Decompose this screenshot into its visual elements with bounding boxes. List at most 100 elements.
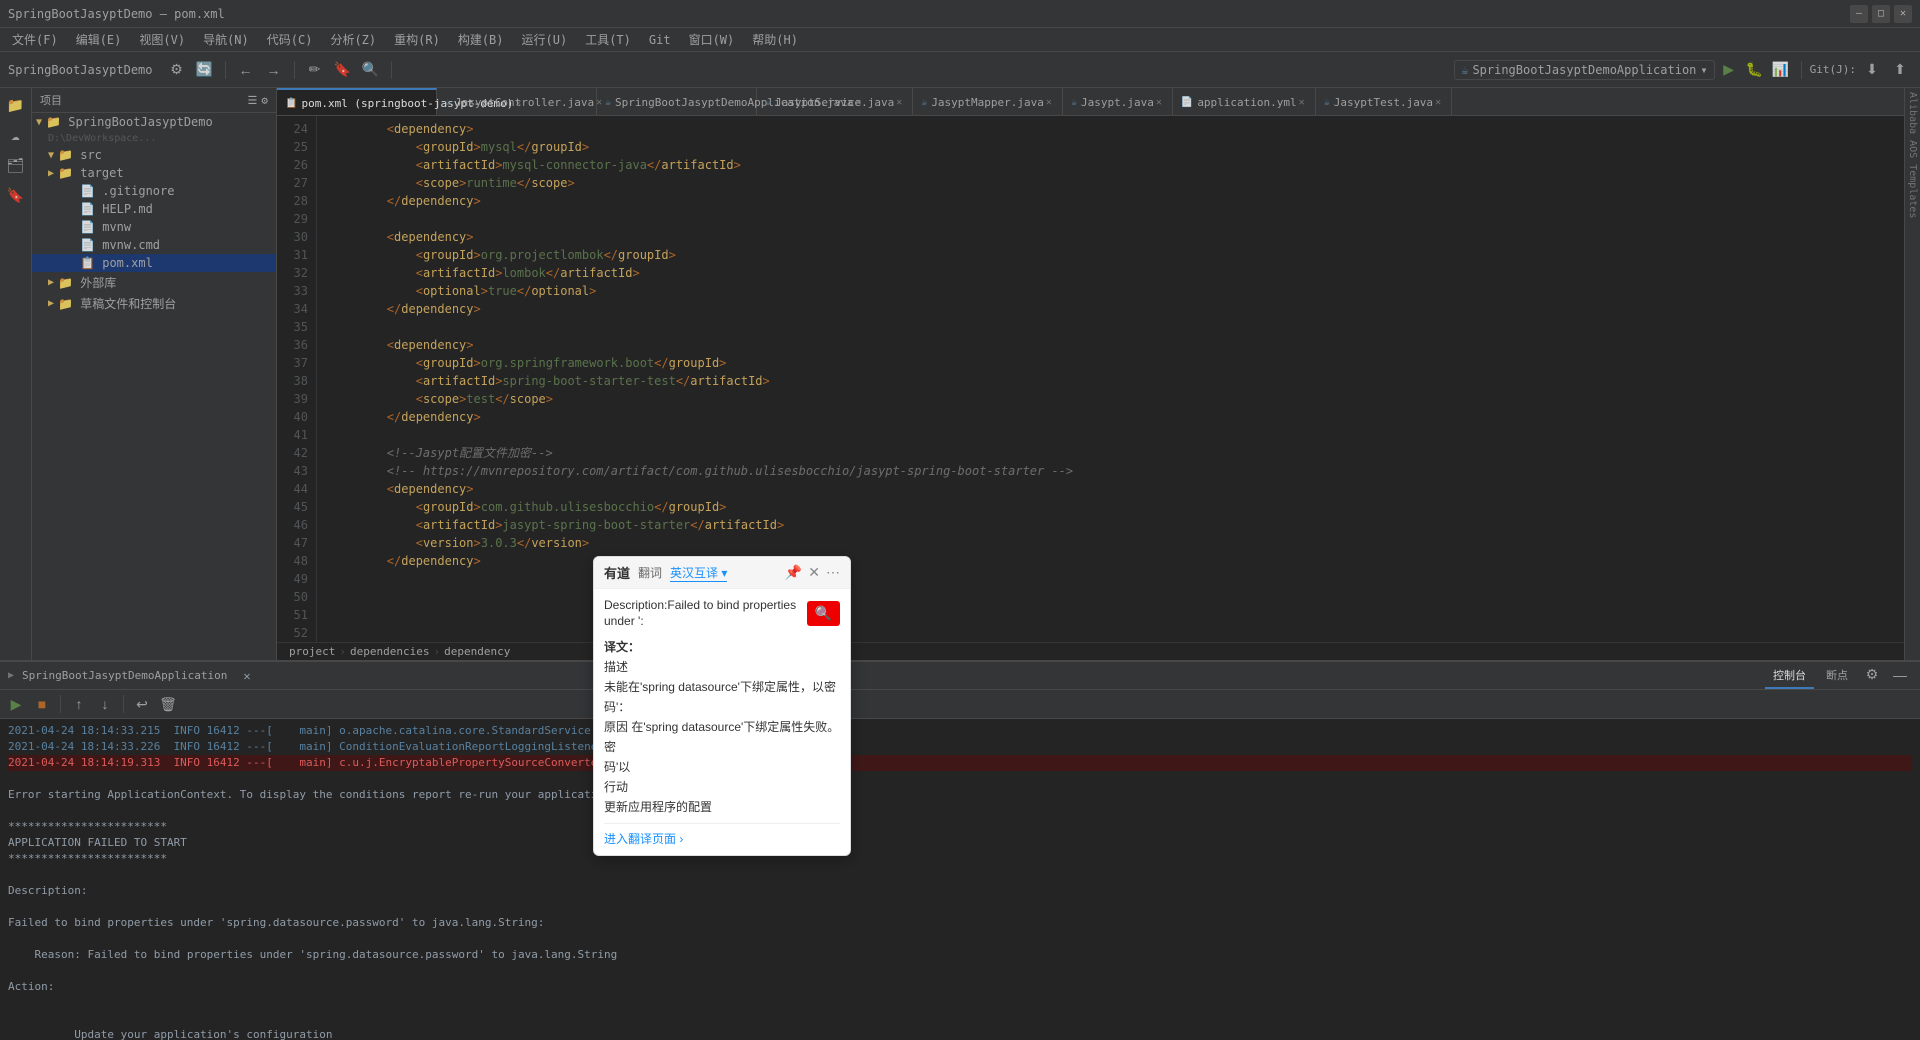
run-scroll-down[interactable]: ↓ (93, 692, 117, 716)
sidebar-icon-structure[interactable]: 🗂 (2, 152, 30, 180)
toolbar-sync-btn[interactable]: 🔄 (193, 58, 217, 82)
translation-header: 有道 翻词 英汉互译 ▾ 📌 ✕ ⋯ (594, 557, 850, 589)
sidebar-icon-bookmark[interactable]: 🔖 (2, 182, 30, 210)
tab-application-yml[interactable]: 📄 application.yml ✕ (1173, 88, 1316, 116)
menu-build[interactable]: 构建(B) (450, 29, 512, 50)
tab-springboot-app[interactable]: ☕ SpringBootJasyptDemoApplication.java ✕ (597, 88, 757, 116)
coverage-button[interactable]: 📊 (1769, 58, 1793, 82)
tree-item-project[interactable]: ▼ 📁 SpringBootJasyptDemo (32, 113, 276, 131)
trans-controls: 📌 ✕ ⋯ (785, 564, 840, 581)
menu-tools[interactable]: 工具(T) (577, 29, 639, 50)
run-tab-console[interactable]: 控制台 (1765, 663, 1814, 689)
tree-item-external-libs[interactable]: ▶ 📁 外部库 (32, 272, 276, 293)
run-tab-breakpoints[interactable]: 断点 (1818, 663, 1856, 689)
maximize-button[interactable]: □ (1872, 5, 1890, 23)
tree-item-helpmd[interactable]: 📄 HELP.md (32, 200, 276, 218)
tab-bar: 📋 pom.xml (springboot-jasypt-demo) ✕ ☕ J… (277, 88, 1904, 116)
run-config-dropdown[interactable]: ☕ SpringBootJasyptDemoApplication ▾ (1454, 60, 1714, 80)
run-scroll-up[interactable]: ↑ (67, 692, 91, 716)
git-branch-label: Git(J): (1810, 63, 1856, 76)
toolbar-settings-btn[interactable]: ⚙ (165, 58, 189, 82)
menu-view[interactable]: 视图(V) (131, 29, 193, 50)
run-button[interactable]: ▶ (1717, 58, 1741, 82)
tab-close-service[interactable]: ✕ (894, 96, 904, 109)
run-line-8: ************************ (8, 851, 1912, 867)
debug-button[interactable]: 🐛 (1743, 58, 1767, 82)
toolbar-forward-btn[interactable]: → (262, 58, 286, 82)
minimize-button[interactable]: — (1850, 5, 1868, 23)
menu-window[interactable]: 窗口(W) (681, 29, 743, 50)
editor-content[interactable]: 2425262728 2930313233 3435363738 3940414… (277, 116, 1904, 642)
toolbar-sep-1 (225, 61, 226, 79)
tab-jasypt-service[interactable]: ☕ JasyptService.java ✕ (757, 88, 913, 116)
run-panel-collapse[interactable]: — (1888, 663, 1912, 687)
content-area: 📁 ☁ 🗂 🔖 项目 ☰ ⚙ ▼ 📁 SpringBo (0, 88, 1920, 1040)
toolbar-sep-4 (1801, 61, 1802, 79)
menu-file[interactable]: 文件(F) (4, 29, 66, 50)
tree-item-src[interactable]: ▼ 📁 src (32, 146, 276, 164)
toolbar-edit-btn[interactable]: ✏ (303, 58, 327, 82)
toolbar-search-btn[interactable]: 🔍 (359, 58, 383, 82)
tree-item-mvnwcmd[interactable]: 📄 mvnw.cmd (32, 236, 276, 254)
tree-header-btn-2[interactable]: ⚙ (261, 94, 268, 107)
tab-jasypt[interactable]: ☕ Jasypt.java ✕ (1063, 88, 1173, 116)
trans-more-btn[interactable]: ⋯ (826, 564, 840, 581)
breadcrumb-project[interactable]: project (289, 645, 335, 658)
menu-git[interactable]: Git (641, 31, 679, 49)
run-panel-settings[interactable]: ⚙ (1860, 663, 1884, 687)
run-restart-btn[interactable]: ▶ (4, 692, 28, 716)
tree-item-target[interactable]: ▶ 📁 target (32, 164, 276, 182)
run-wrap-btn[interactable]: ↩ (130, 692, 154, 716)
tree-header-btn-1[interactable]: ☰ (248, 94, 258, 107)
sidebar-icon-project[interactable]: 📁 (2, 92, 30, 120)
toolbar: SpringBootJasyptDemo ⚙ 🔄 ← → ✏ 🔖 🔍 ☕ Spr… (0, 52, 1920, 88)
run-line-2: 2021-04-24 18:14:33.226 INFO 16412 ---[ … (8, 739, 1912, 755)
menu-edit[interactable]: 编辑(E) (68, 29, 130, 50)
tab-close-jasypt[interactable]: ✕ (1154, 96, 1164, 109)
translation-link[interactable]: 进入翻译页面 › (604, 823, 840, 847)
run-config-name: SpringBootJasyptDemoApplication (1472, 63, 1696, 77)
toolbar-bookmark-btn[interactable]: 🔖 (331, 58, 355, 82)
tab-jasypt-controller[interactable]: ☕ JasyptController.java ✕ (437, 88, 597, 116)
sidebar-icon-cloud[interactable]: ☁ (2, 122, 30, 150)
trans-tab-enzh[interactable]: 英汉互译 ▾ (670, 564, 727, 582)
run-line-12: Failed to bind properties under 'spring.… (8, 915, 1912, 931)
translation-result: 译文： 描述 未能在'spring datasource'下绑定属性，以密 码'… (604, 637, 840, 817)
menu-code[interactable]: 代码(C) (259, 29, 321, 50)
run-close-x[interactable]: ✕ (243, 669, 250, 683)
tab-close-yml[interactable]: ✕ (1297, 96, 1307, 109)
run-stop-btn[interactable]: ■ (30, 692, 54, 716)
tree-item-mvnw[interactable]: 📄 mvnw (32, 218, 276, 236)
tab-pom-xml[interactable]: 📋 pom.xml (springboot-jasypt-demo) ✕ (277, 88, 437, 116)
git-push-btn[interactable]: ⬆ (1888, 58, 1912, 82)
trans-tab-word[interactable]: 翻词 (638, 564, 662, 581)
git-update-btn[interactable]: ⬇ (1860, 58, 1884, 82)
trans-close-btn[interactable]: ✕ (808, 564, 820, 581)
run-clear-btn[interactable]: 🗑 (156, 692, 180, 716)
close-button[interactable]: ✕ (1894, 5, 1912, 23)
tab-close-test[interactable]: ✕ (1433, 96, 1443, 109)
editor-area: 📋 pom.xml (springboot-jasypt-demo) ✕ ☕ J… (277, 88, 1904, 660)
code-editor[interactable]: <dependency> <groupId>mysql</groupId> <a… (317, 116, 1904, 642)
action-box: Update your application's configuration (74, 1028, 332, 1040)
tree-item-gitignore[interactable]: 📄 .gitignore (32, 182, 276, 200)
run-line-17 (8, 995, 1912, 1011)
tree-item-scratches[interactable]: ▶ 📁 草稿文件和控制台 (32, 293, 276, 314)
translation-search-button[interactable]: 🔍 (807, 601, 840, 626)
menu-help[interactable]: 帮助(H) (744, 29, 806, 50)
menu-analyze[interactable]: 分析(Z) (322, 29, 384, 50)
sidebar-right-label[interactable]: Alibaba AOS Templates (1905, 88, 1920, 222)
menu-navigate[interactable]: 导航(N) (195, 29, 257, 50)
menu-run[interactable]: 运行(U) (514, 29, 576, 50)
breadcrumb-dependency[interactable]: dependency (444, 645, 510, 658)
trans-pin-btn[interactable]: 📌 (785, 564, 802, 581)
breadcrumb-dependencies[interactable]: dependencies (350, 645, 429, 658)
toolbar-back-btn[interactable]: ← (234, 58, 258, 82)
tab-close-mapper[interactable]: ✕ (1044, 96, 1054, 109)
tab-jasypt-mapper[interactable]: ☕ JasyptMapper.java ✕ (913, 88, 1063, 116)
tree-item-pomxml[interactable]: 📋 pom.xml (32, 254, 276, 272)
tab-jasypt-test[interactable]: ☕ JasyptTest.java ✕ (1316, 88, 1452, 116)
run-toolbar-sep (60, 695, 61, 713)
menu-refactor[interactable]: 重构(R) (386, 29, 448, 50)
window-controls: — □ ✕ (1850, 5, 1912, 23)
